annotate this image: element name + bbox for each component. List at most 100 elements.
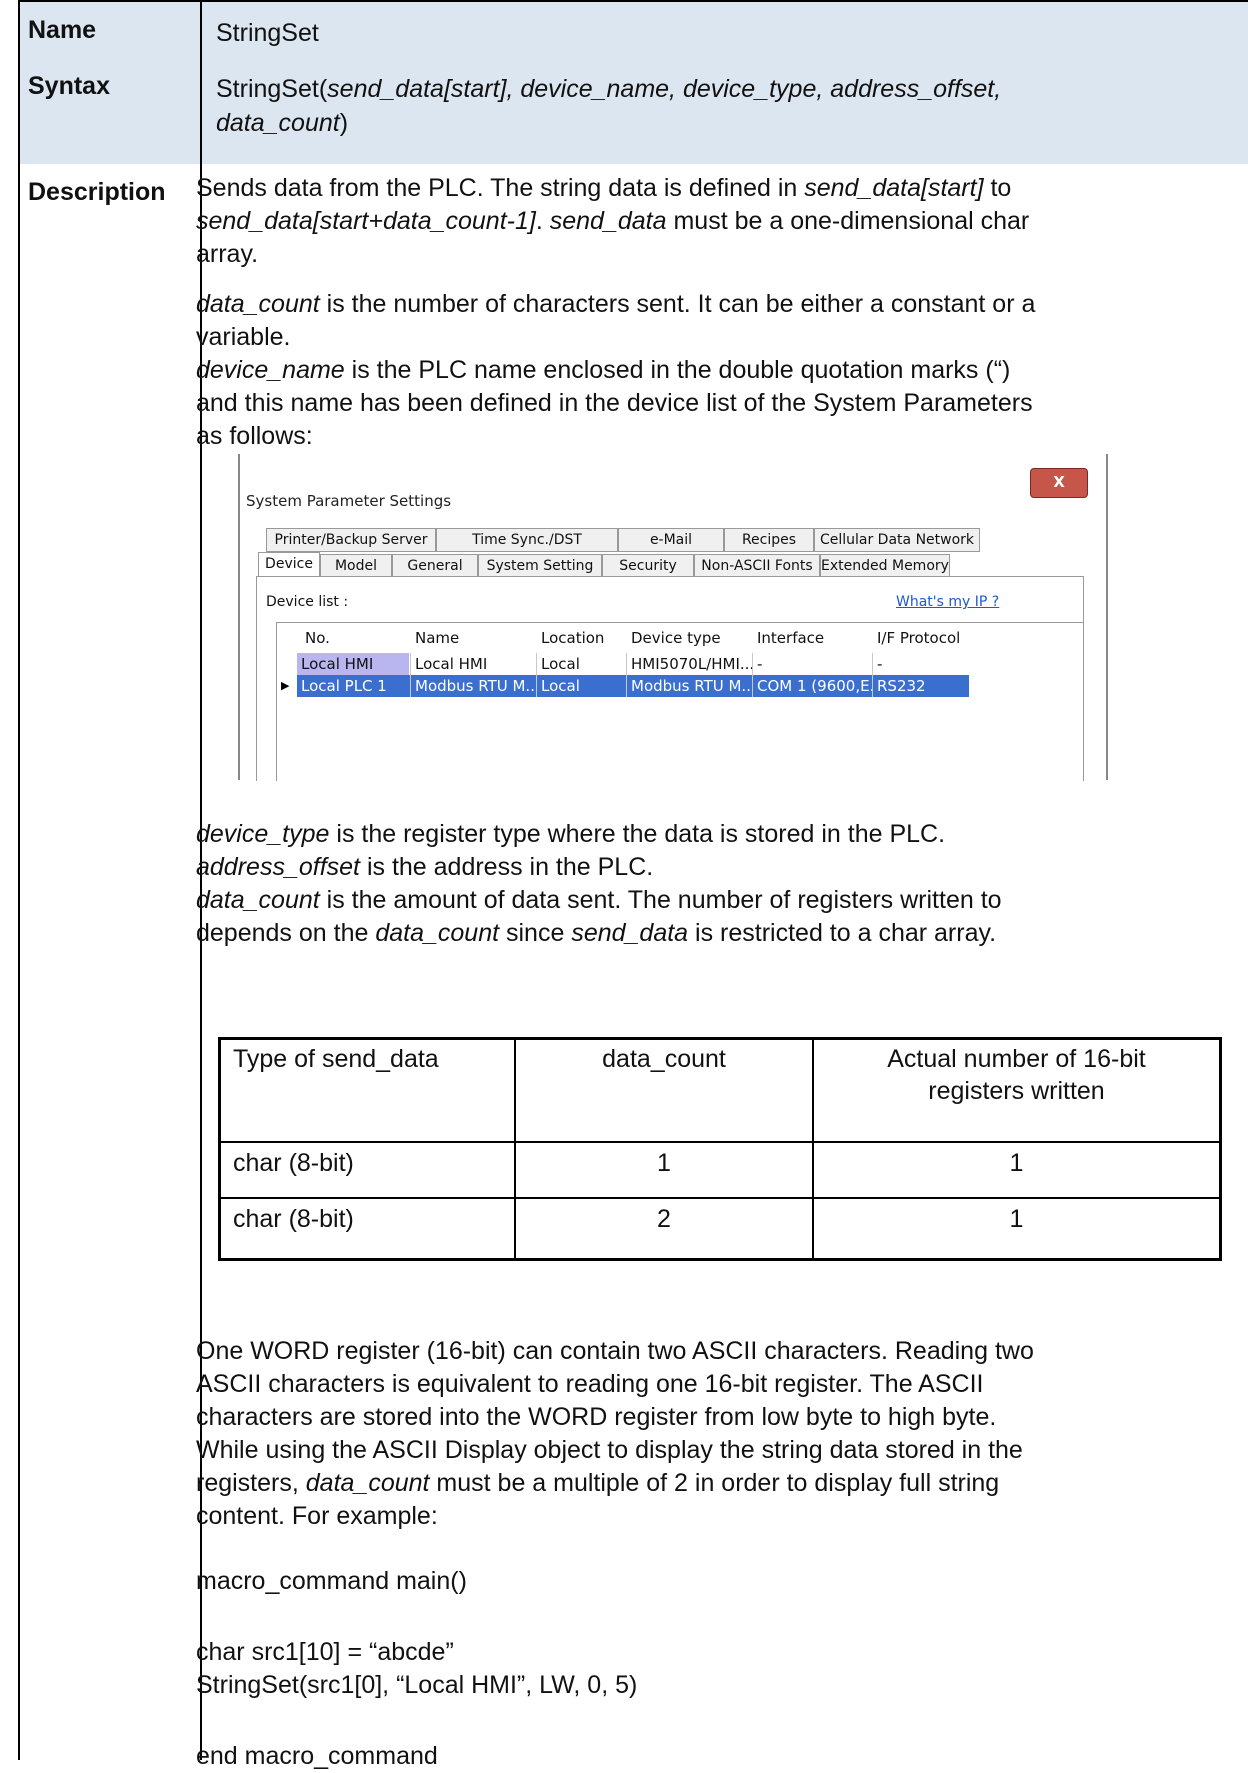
table-cell-registers: 1: [1009, 1149, 1024, 1177]
description-paragraph-4: One WORD register (16-bit) can contain t…: [196, 1335, 1216, 1533]
row-selector-icon: ▶: [277, 675, 297, 697]
desc-text: One WORD register (16-bit) can contain t…: [196, 1337, 1034, 1365]
table-divider: [221, 1197, 1219, 1199]
table-cell-type: char (8-bit): [233, 1205, 354, 1233]
desc-text: must be a one-dimensional char: [666, 207, 1030, 235]
device-row-2-device-type: Modbus RTU M...: [627, 675, 753, 697]
desc-text: is the PLC name enclosed in the double q…: [344, 356, 1011, 384]
desc-text: array.: [196, 240, 259, 268]
desc-text: Sends data from the PLC. The string data…: [196, 174, 805, 202]
tab-system-setting: System Setting: [478, 554, 602, 578]
device-row-2-if-protocol: RS232: [873, 675, 969, 697]
tab-extended-memory: Extended Memory: [820, 554, 950, 578]
table-cell-registers: 1: [1009, 1205, 1024, 1233]
device-row-1-name: Local HMI: [415, 655, 488, 673]
grid-separator: [626, 653, 627, 697]
desc-text: variable.: [196, 323, 291, 351]
table-cell-data-count: 2: [657, 1205, 671, 1233]
table-header-data-count: data_count: [602, 1045, 726, 1073]
desc-italic: data_count: [305, 1469, 430, 1497]
desc-italic: data_count: [196, 886, 320, 914]
column-header-interface: Interface: [757, 629, 825, 647]
whats-my-ip-link: What's my IP ?: [896, 594, 1000, 610]
tab-model: Model: [320, 554, 392, 578]
code-line: char src1[10] = “abcde”: [196, 1638, 454, 1666]
tab-recipes: Recipes: [724, 528, 814, 552]
grid-separator: [752, 653, 753, 697]
name-row: Name StringSet: [20, 0, 1248, 62]
table-cell-data-count: 1: [657, 1149, 671, 1177]
desc-text: characters are stored into the WORD regi…: [196, 1403, 997, 1431]
description-label: Description: [20, 164, 202, 1760]
description-paragraph-1: Sends data from the PLC. The string data…: [196, 172, 1216, 271]
syntax-args: send_data[start], device_name, device_ty…: [327, 75, 1002, 103]
desc-italic: data_count: [375, 919, 500, 947]
syntax-fn: StringSet(: [216, 75, 328, 103]
desc-text: is the amount of data sent. The number o…: [319, 886, 1002, 914]
device-list-label: Device list :: [266, 594, 349, 610]
table-divider: [221, 1141, 1219, 1143]
grid-separator: [536, 653, 537, 697]
code-line: end macro_command: [196, 1742, 438, 1770]
name-label: Name: [20, 2, 202, 60]
desc-italic: address_offset: [196, 853, 360, 881]
tab-security: Security: [602, 554, 694, 578]
table-header-type: Type of send_data: [233, 1045, 439, 1073]
device-row-1-interface: -: [757, 655, 763, 673]
desc-text: is restricted to a char array.: [688, 919, 997, 947]
desc-text: is the number of characters sent. It can…: [319, 290, 1036, 318]
description-paragraph-3: device_type is the register type where t…: [196, 818, 1216, 950]
name-value: StringSet: [216, 19, 319, 47]
grid-separator: [872, 653, 873, 697]
syntax-row: Syntax StringSet(send_data[start], devic…: [20, 58, 1248, 166]
desc-text: and this name has been defined in the de…: [196, 389, 1033, 417]
code-line: macro_command main(): [196, 1567, 467, 1595]
desc-italic: send_data[start]: [804, 174, 984, 202]
code-example: end macro_command: [196, 1740, 1216, 1773]
column-header-location: Location: [541, 629, 605, 647]
syntax-value: StringSet(send_data[start], device_name,…: [204, 58, 1248, 140]
column-header-if-protocol: I/F Protocol: [877, 629, 961, 647]
syntax-args-2: data_count: [216, 109, 340, 137]
desc-text: must be a multiple of 2 in order to disp…: [429, 1469, 1000, 1497]
tab-non-ascii-fonts: Non-ASCII Fonts: [694, 554, 820, 578]
device-row-1-no: Local HMI: [297, 653, 409, 675]
tab-e-mail: e-Mail: [618, 528, 724, 552]
device-row-1-if-protocol: -: [877, 655, 883, 673]
desc-text: is the address in the PLC.: [360, 853, 654, 881]
desc-text: While using the ASCII Display object to …: [196, 1436, 1023, 1464]
device-row-2-no: Local PLC 1: [297, 675, 411, 697]
code-line: StringSet(src1[0], “Local HMI”, LW, 0, 5…: [196, 1671, 638, 1699]
device-row-2-name: Modbus RTU M...: [411, 675, 537, 697]
device-list-grid: No. Name Location Device type Interface …: [276, 622, 1084, 781]
table-header-registers-line-1: Actual number of 16-bit: [887, 1045, 1146, 1073]
desc-italic: device_name: [196, 356, 345, 384]
tab-time-sync-dst: Time Sync./DST: [436, 528, 618, 552]
tab-cellular-data-network: Cellular Data Network: [814, 528, 980, 552]
device-row-1-device-type: HMI5070L/HMI...: [631, 655, 753, 673]
desc-text: as follows:: [196, 422, 313, 450]
desc-text: .: [535, 207, 550, 235]
desc-text: depends on the: [196, 919, 376, 947]
desc-text: content. For example:: [196, 1502, 438, 1530]
device-row-2-interface: COM 1 (9600,E...: [753, 675, 873, 697]
desc-text: registers,: [196, 1469, 306, 1497]
tab-device: Device: [258, 552, 320, 578]
desc-italic: send_data[start+data_count-1]: [196, 207, 536, 235]
description-paragraph-2: data_count is the number of characters s…: [196, 288, 1216, 453]
syntax-close: ): [339, 109, 349, 137]
syntax-label: Syntax: [20, 58, 202, 164]
column-header-device-type: Device type: [631, 629, 721, 647]
code-example: macro_command main(): [196, 1565, 1216, 1598]
table-header-registers-line-2: registers written: [928, 1077, 1105, 1105]
code-example: char src1[10] = “abcde” StringSet(src1[0…: [196, 1636, 1216, 1702]
desc-italic: send_data: [571, 919, 689, 947]
column-header-no: No.: [305, 629, 330, 647]
desc-italic: send_data: [549, 207, 667, 235]
grid-separator: [410, 653, 411, 697]
device-row-2-location: Local: [537, 675, 627, 697]
tab-general: General: [392, 554, 478, 578]
desc-italic: data_count: [196, 290, 320, 318]
column-header-name: Name: [415, 629, 460, 647]
desc-text: since: [499, 919, 572, 947]
